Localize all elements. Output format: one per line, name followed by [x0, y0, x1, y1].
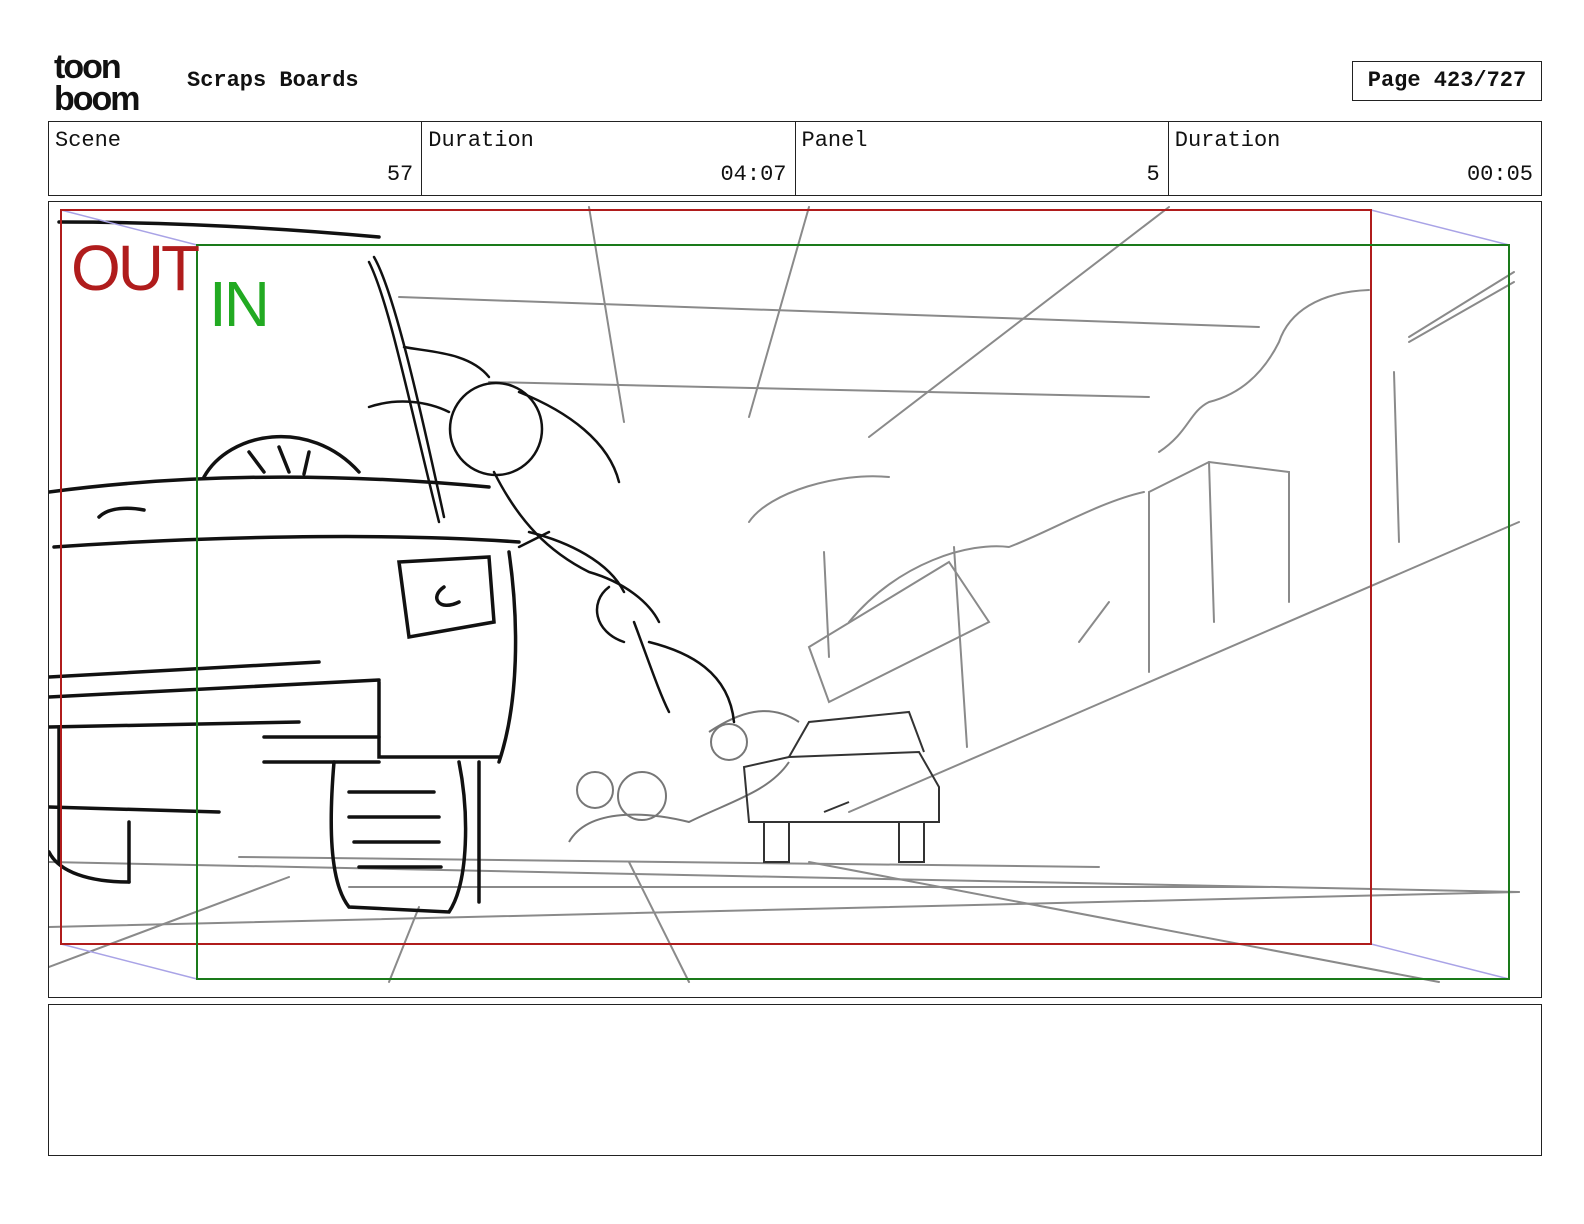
panel-duration-label: Duration [1174, 128, 1281, 153]
page-indicator: Page 423/727 [1352, 61, 1542, 101]
in-label: IN [209, 268, 267, 340]
panel-duration-value: 00:05 [1466, 162, 1533, 187]
scene-value: 57 [386, 162, 414, 187]
logo-text-bottom: boom [54, 80, 139, 112]
notes-box[interactable] [48, 1004, 1542, 1156]
panel-value: 5 [1146, 162, 1160, 187]
scene-duration-value: 04:07 [720, 162, 787, 187]
info-table: Scene 57 Duration 04:07 Panel 5 Duration… [48, 121, 1542, 196]
scene-cell: Scene 57 [49, 122, 423, 195]
scene-duration-cell: Duration 04:07 [422, 122, 796, 195]
project-title: Scraps Boards [187, 68, 359, 93]
character-sketch [367, 255, 736, 724]
out-label: OUT [71, 232, 199, 304]
storyboard-panel: OUT IN [48, 201, 1542, 998]
toon-boom-logo: toon boom [54, 50, 141, 112]
panel-cell: Panel 5 [796, 122, 1169, 195]
panel-label: Panel [801, 128, 868, 153]
scene-label: Scene [55, 128, 122, 153]
panel-drawing: OUT IN [49, 206, 1520, 983]
panel-duration-cell: Duration 00:05 [1169, 122, 1541, 195]
foreground-truck [49, 220, 521, 914]
background-sketch [49, 206, 1520, 983]
scene-duration-label: Duration [428, 128, 534, 153]
distant-car [742, 710, 940, 863]
